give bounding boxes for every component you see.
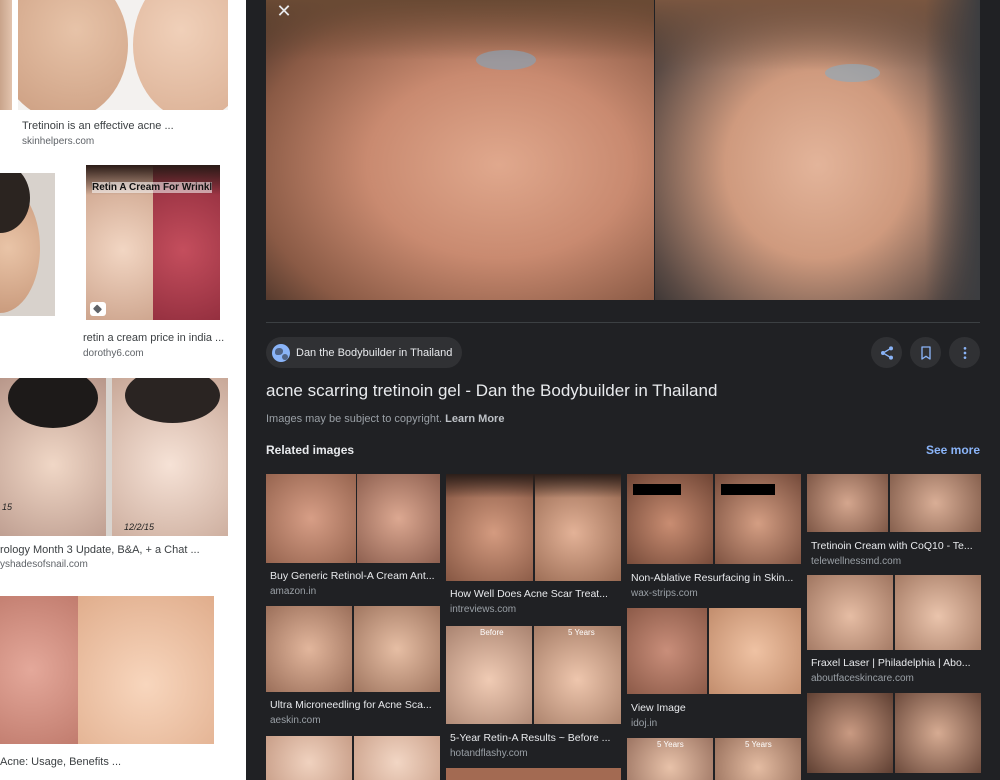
related-source: wax-strips.com bbox=[631, 588, 698, 599]
related-image-card[interactable] bbox=[807, 693, 981, 773]
learn-more-link[interactable]: Learn More bbox=[445, 413, 504, 425]
related-image-card[interactable]: Tretinoin Cream with CoQ10 - Te... telew… bbox=[807, 474, 981, 570]
related-image-card[interactable]: Buy Generic Retinol-A Cream Ant... amazo… bbox=[266, 474, 440, 602]
result-thumbnail[interactable]: 15 12/2/15 bbox=[0, 378, 228, 536]
related-image-card[interactable] bbox=[446, 768, 621, 780]
image-label: Before bbox=[480, 628, 504, 637]
tag-icon bbox=[90, 302, 106, 316]
image-label: 5 Years bbox=[657, 740, 684, 749]
related-caption[interactable]: Buy Generic Retinol-A Cream Ant... bbox=[270, 570, 440, 582]
related-thumbnail[interactable] bbox=[266, 474, 440, 563]
related-images-heading: Related images bbox=[266, 443, 355, 457]
results-grid: Tretinoin is an effective acne ... skinh… bbox=[0, 0, 246, 780]
related-thumbnail[interactable]: Before 5 Years bbox=[446, 626, 621, 724]
image-overlay-text: Retin A Cream For Wrinkl bbox=[92, 182, 213, 193]
result-caption[interactable]: rology Month 3 Update, B&A, + a Chat ... bbox=[0, 544, 246, 556]
related-source: amazon.in bbox=[270, 586, 317, 597]
result-caption[interactable]: Acne: Usage, Benefits ... bbox=[0, 756, 246, 768]
divider bbox=[266, 322, 980, 323]
image-label: 5 Years bbox=[745, 740, 772, 749]
related-caption[interactable]: How Well Does Acne Scar Treat... bbox=[450, 588, 621, 600]
result-source: yshadesofsnail.com bbox=[0, 559, 88, 570]
more-vert-icon bbox=[963, 346, 966, 359]
save-button[interactable] bbox=[910, 337, 941, 368]
related-thumbnail[interactable] bbox=[627, 608, 801, 694]
related-image-card[interactable]: View Image idoj.in bbox=[627, 608, 801, 732]
result-thumbnail[interactable] bbox=[0, 0, 12, 110]
before-photo bbox=[266, 0, 654, 300]
related-image-card[interactable]: Ultra Microneedling for Acne Sca... aesk… bbox=[266, 606, 440, 732]
share-button[interactable] bbox=[871, 337, 902, 368]
related-source: hotandflashy.com bbox=[450, 748, 528, 759]
image-overlay-text: 12/2/15 bbox=[124, 522, 155, 532]
result-source: skinhelpers.com bbox=[22, 136, 95, 147]
related-thumbnail[interactable] bbox=[266, 606, 440, 692]
result-caption[interactable]: Tretinoin is an effective acne ... bbox=[22, 120, 242, 132]
related-caption[interactable]: Tretinoin Cream with CoQ10 - Te... bbox=[811, 540, 981, 552]
result-thumbnail[interactable] bbox=[0, 596, 214, 744]
image-search-page: Tretinoin is an effective acne ... skinh… bbox=[0, 0, 1000, 780]
see-more-link[interactable]: See more bbox=[926, 443, 980, 457]
source-name: Dan the Bodybuilder in Thailand bbox=[296, 346, 453, 359]
related-thumbnail[interactable] bbox=[807, 693, 981, 773]
result-card[interactable]: 15 12/2/15 rology Month 3 Update, B&A, +… bbox=[0, 378, 246, 578]
globe-icon bbox=[272, 343, 290, 362]
share-icon bbox=[880, 345, 893, 360]
related-source: aeskin.com bbox=[270, 715, 321, 726]
source-chip[interactable]: Dan the Bodybuilder in Thailand bbox=[266, 337, 463, 368]
result-card[interactable]: Acne: Usage, Benefits ... bbox=[0, 592, 246, 780]
related-thumbnail[interactable] bbox=[807, 474, 981, 532]
result-thumbnail[interactable]: Retin A Cream For Wrinkl bbox=[86, 165, 220, 320]
related-thumbnail[interactable]: 5 Years 5 Years bbox=[627, 738, 801, 780]
related-image-card[interactable]: Before 5 Years 5-Year Retin-A Results ~ … bbox=[446, 626, 621, 762]
bookmark-icon bbox=[920, 345, 931, 360]
image-label: 5 Years bbox=[568, 628, 595, 637]
related-thumbnail[interactable] bbox=[446, 474, 621, 581]
result-caption[interactable]: retin a cream price in india ... bbox=[83, 332, 243, 344]
related-thumbnail[interactable] bbox=[627, 474, 801, 564]
related-source: aboutfaceskincare.com bbox=[811, 673, 914, 684]
related-image-card[interactable] bbox=[266, 736, 440, 780]
related-thumbnail[interactable] bbox=[446, 768, 621, 780]
image-overlay-text: 15 bbox=[2, 502, 13, 512]
result-thumbnail[interactable] bbox=[0, 173, 55, 316]
related-image-card[interactable]: Non-Ablative Resurfacing in Skin... wax-… bbox=[627, 474, 801, 602]
related-caption[interactable]: Fraxel Laser | Philadelphia | Abo... bbox=[811, 657, 981, 669]
after-photo bbox=[655, 0, 980, 300]
result-source: dorothy6.com bbox=[83, 348, 144, 359]
related-source: idoj.in bbox=[631, 718, 658, 729]
related-caption[interactable]: Non-Ablative Resurfacing in Skin... bbox=[631, 572, 801, 584]
related-thumbnail[interactable] bbox=[266, 736, 440, 780]
censor-bar bbox=[721, 484, 775, 495]
result-card[interactable]: Retin A Cream For Wrinkl retin a cream p… bbox=[0, 165, 246, 365]
related-caption[interactable]: 5-Year Retin-A Results ~ Before ... bbox=[450, 732, 621, 744]
related-source: telewellnessmd.com bbox=[811, 556, 902, 567]
related-image-card[interactable]: Fraxel Laser | Philadelphia | Abo... abo… bbox=[807, 575, 981, 687]
result-card[interactable]: Tretinoin is an effective acne ... skinh… bbox=[0, 0, 246, 150]
related-image-card[interactable]: 5 Years 5 Years bbox=[627, 738, 801, 780]
image-title[interactable]: acne scarring tretinoin gel - Dan the Bo… bbox=[266, 381, 717, 401]
related-source: intreviews.com bbox=[450, 604, 517, 615]
close-icon[interactable]: ✕ bbox=[272, 0, 296, 22]
copyright-notice: Images may be subject to copyright. Lear… bbox=[266, 413, 504, 425]
image-preview-panel: ✕ Dan the Bodybuilder in Thailand acne s… bbox=[246, 0, 1000, 780]
preview-image[interactable] bbox=[266, 0, 980, 300]
related-thumbnail[interactable] bbox=[807, 575, 981, 650]
copyright-text: Images may be subject to copyright. bbox=[266, 413, 443, 425]
censor-bar bbox=[633, 484, 681, 495]
result-thumbnail[interactable] bbox=[18, 0, 228, 110]
related-caption[interactable]: Ultra Microneedling for Acne Sca... bbox=[270, 699, 440, 711]
related-caption[interactable]: View Image bbox=[631, 702, 801, 714]
more-options-button[interactable] bbox=[949, 337, 980, 368]
related-image-card[interactable]: How Well Does Acne Scar Treat... intrevi… bbox=[446, 474, 621, 620]
